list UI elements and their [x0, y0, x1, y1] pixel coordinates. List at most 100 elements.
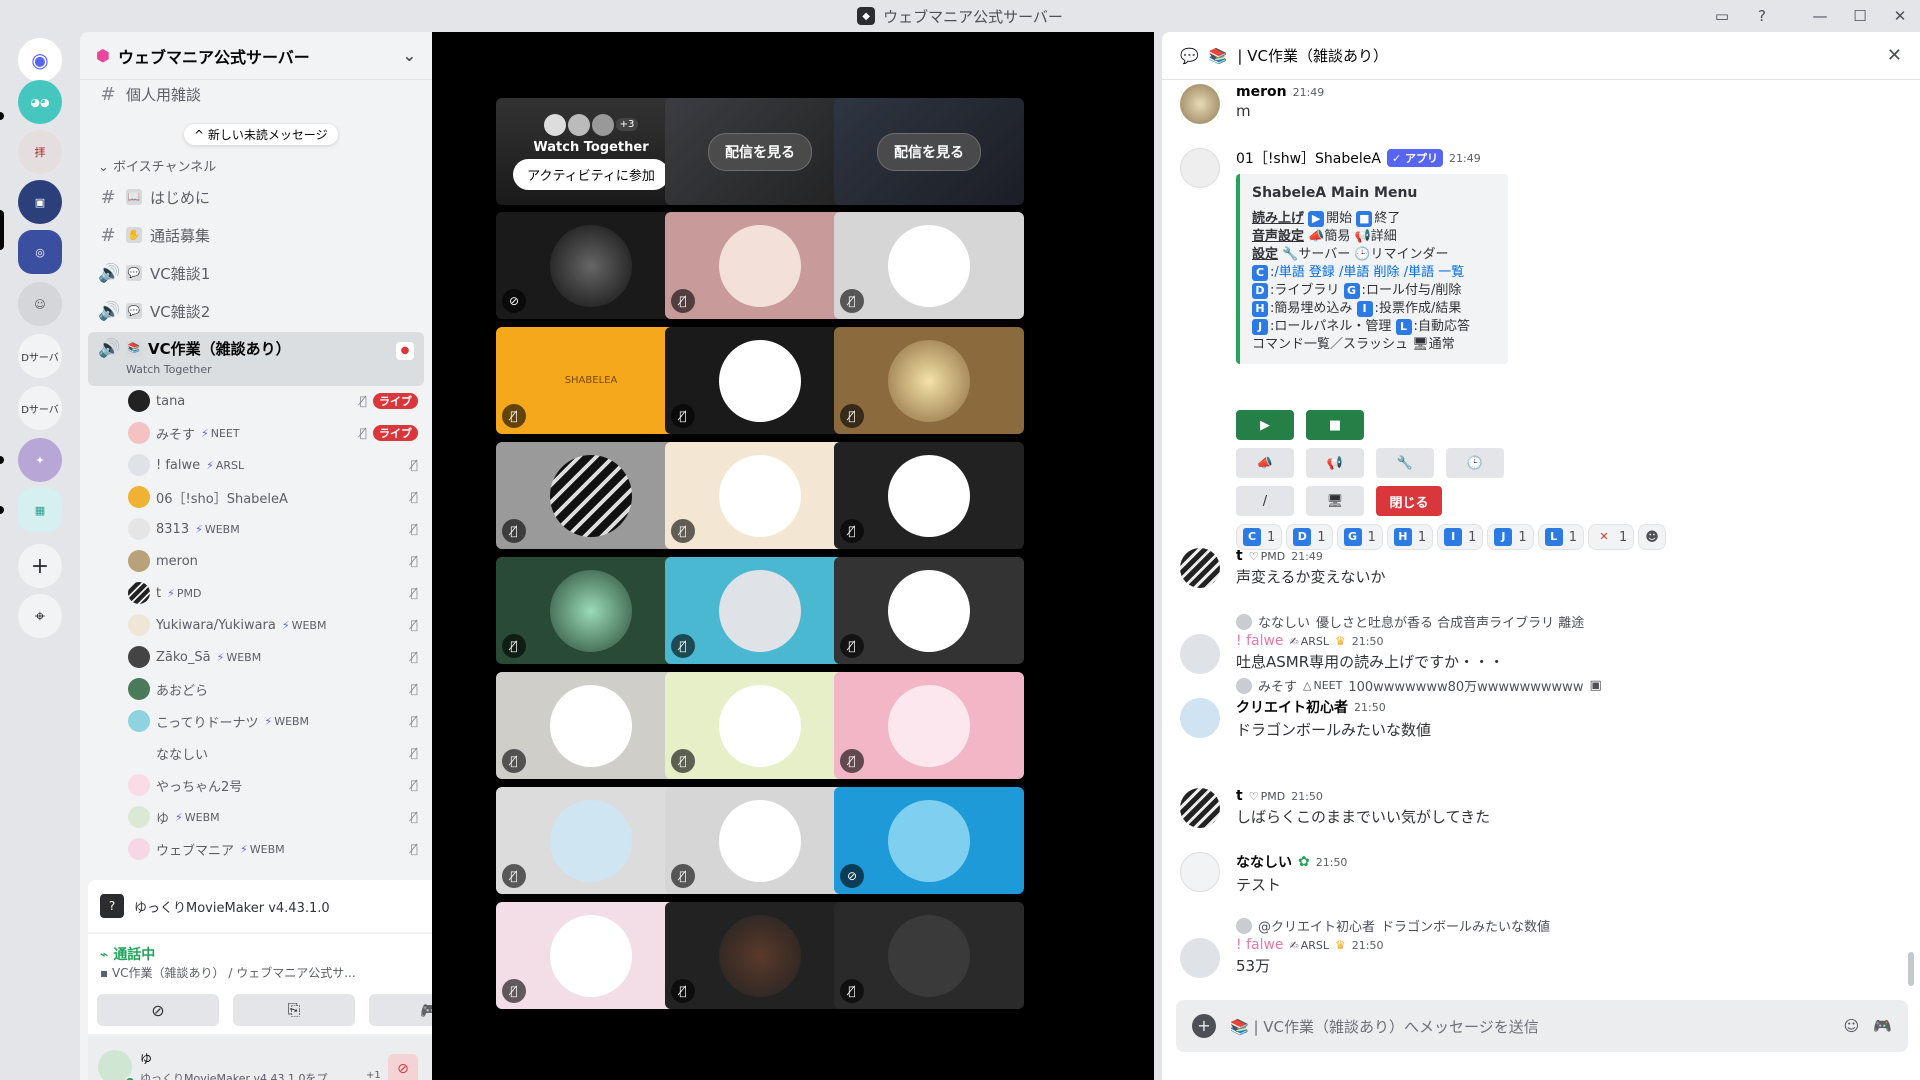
- emoji-icon[interactable]: ☺: [1844, 1017, 1860, 1035]
- voice-user[interactable]: やっちゃん2号 🎙̸: [128, 770, 418, 800]
- participant-tile[interactable]: 🎙̸: [834, 327, 1024, 434]
- reaction-2[interactable]: G1: [1336, 524, 1383, 550]
- voice-category[interactable]: ⌄ ボイスチャンネル: [98, 156, 216, 175]
- participant-tile[interactable]: 🎙̸: [834, 672, 1024, 779]
- stream-tile[interactable]: 配信を見る: [665, 98, 855, 205]
- stream-tile[interactable]: 配信を見る: [834, 98, 1024, 205]
- voice-user[interactable]: Zāko_Sā ⚡ WEBM 🎙̸: [128, 642, 418, 672]
- close-window-icon[interactable]: ✕: [1880, 7, 1920, 25]
- voice-user[interactable]: t ⚡ PMD 🎙̸: [128, 578, 418, 608]
- new-unread-badge[interactable]: ^ 新しい未読メッセージ: [184, 124, 338, 145]
- close-icon[interactable]: ✕: [1887, 45, 1902, 66]
- reaction-5[interactable]: J1: [1487, 524, 1534, 550]
- inbox-icon[interactable]: ▭: [1702, 7, 1742, 25]
- loudspeaker-button[interactable]: 📢: [1306, 448, 1364, 478]
- maximize-icon[interactable]: ☐: [1840, 7, 1880, 25]
- voice-user[interactable]: meron 🎙̸: [128, 546, 418, 576]
- participant-tile[interactable]: 🎙̸: [665, 902, 855, 1009]
- voice-user[interactable]: 8313 ⚡ WEBM 🎙̸: [128, 514, 418, 544]
- channel-vc-sagyo[interactable]: 🔊 📚 VC作業（雑談あり） Watch Together ●: [88, 332, 424, 386]
- voice-status[interactable]: ⌁ 通話中: [100, 944, 155, 964]
- avatar[interactable]: [1180, 634, 1220, 674]
- add-attachment-icon[interactable]: +: [1192, 1014, 1216, 1038]
- channel-partial[interactable]: # 個人用雑談: [88, 82, 424, 106]
- participant-tile[interactable]: ⊘: [496, 212, 686, 319]
- voice-user[interactable]: Yukiwara/Yukiwara ⚡ WEBM 🎙̸: [128, 610, 418, 640]
- avatar[interactable]: [1180, 852, 1220, 892]
- discord-home-icon[interactable]: ◉: [18, 38, 62, 82]
- participant-tile[interactable]: 🎙̸: [496, 787, 686, 894]
- channel-hajimeni[interactable]: # 📖 はじめに: [88, 180, 424, 214]
- participant-tile[interactable]: 🎙̸: [496, 672, 686, 779]
- server-icon-6[interactable]: ✦: [18, 438, 62, 482]
- server-header[interactable]: ⬢ ウェブマニア公式サーバー ⌄: [80, 32, 432, 80]
- voice-user[interactable]: ! falwe ⚡ ARSL 🎙̸: [128, 450, 418, 480]
- server-icon-3[interactable]: ▣: [18, 180, 62, 224]
- voice-user[interactable]: 06［!sho］ShabeleA 🎙̸: [128, 482, 418, 512]
- avatar[interactable]: [1180, 548, 1220, 588]
- avatar[interactable]: [1180, 698, 1220, 738]
- share-screen-button[interactable]: ⎘: [233, 994, 355, 1026]
- watch-stream-button[interactable]: 配信を見る: [708, 132, 812, 171]
- reaction-0[interactable]: C1: [1236, 524, 1283, 550]
- mic-muted-icon[interactable]: ⊘: [388, 1054, 418, 1080]
- channel-vc-2[interactable]: 🔊 💬 VC雑談2: [88, 294, 424, 328]
- slash-button[interactable]: /: [1236, 486, 1294, 516]
- stop-button[interactable]: ■: [1306, 410, 1364, 440]
- server-icon-4[interactable]: ◎: [18, 230, 62, 274]
- reply-preview[interactable]: @クリエイト初心者 ドラゴンボールみたいな数値: [1236, 916, 1900, 935]
- gamepad-icon[interactable]: 🎮: [1873, 1017, 1892, 1035]
- server-label-2[interactable]: Dサーバ: [18, 386, 62, 430]
- avatar[interactable]: [1180, 148, 1220, 188]
- participant-tile[interactable]: 🎙̸: [665, 442, 855, 549]
- camera-off-button[interactable]: ⊘: [97, 994, 219, 1026]
- reaction-1[interactable]: D1: [1286, 524, 1333, 550]
- server-icon-2[interactable]: 拝: [18, 130, 62, 174]
- avatar[interactable]: [1180, 938, 1220, 978]
- reaction-7[interactable]: ✕ 1: [1587, 524, 1635, 550]
- avatar[interactable]: [1180, 84, 1220, 124]
- discover-icon[interactable]: ⌖: [18, 594, 62, 638]
- reply-preview[interactable]: ななしい 優しさと吐息が香る 合成音声ライブラリ 離途: [1236, 612, 1900, 631]
- voice-user[interactable]: みそす ⚡ NEET 🎙̸ ライブ: [128, 418, 418, 448]
- message-input[interactable]: 📚 | VC作業（雑談あり）へメッセージを送信: [1230, 1016, 1830, 1037]
- close-menu-button[interactable]: 閉じる: [1376, 486, 1442, 516]
- reply-preview[interactable]: みそす △ NEET 100wwwwwww80万wwwwwwwwww ▣: [1236, 676, 1900, 695]
- participant-tile[interactable]: 🎙̸: [665, 327, 855, 434]
- server-icon-1[interactable]: ◕◕: [18, 80, 62, 124]
- participant-tile[interactable]: 🎙̸: [834, 557, 1024, 664]
- participant-tile[interactable]: 🎙̸: [665, 672, 855, 779]
- watch-stream-button[interactable]: 配信を見る: [877, 132, 981, 171]
- monitor-button[interactable]: 🖥: [1306, 486, 1364, 516]
- live-badge[interactable]: ライブ: [373, 393, 418, 409]
- participant-tile[interactable]: 🎙̸: [496, 442, 686, 549]
- participant-tile[interactable]: 🎙̸: [496, 902, 686, 1009]
- participant-tile[interactable]: 🎙̸: [665, 557, 855, 664]
- participant-tile[interactable]: ⊘: [834, 787, 1024, 894]
- megaphone-button[interactable]: 📣: [1236, 448, 1294, 478]
- live-badge[interactable]: ライブ: [373, 425, 418, 441]
- participant-tile[interactable]: 🎙̸: [834, 902, 1024, 1009]
- help-icon[interactable]: ?: [1742, 7, 1782, 25]
- server-icon-7[interactable]: ▦: [18, 488, 62, 532]
- voice-user[interactable]: ゆ ⚡ WEBM 🎙̸: [128, 802, 418, 832]
- channel-vc-1[interactable]: 🔊 💬 VC雑談1: [88, 256, 424, 290]
- voice-user[interactable]: こってりドーナツ ⚡ WEBM 🎙̸: [128, 706, 418, 736]
- reaction-4[interactable]: I1: [1437, 524, 1484, 550]
- minimize-icon[interactable]: —: [1800, 7, 1840, 25]
- participant-tile[interactable]: 🎙̸: [834, 442, 1024, 549]
- voice-location[interactable]: ▪ VC作業（雑談あり） / ウェブマニア公式サ...: [100, 964, 420, 981]
- voice-user[interactable]: ななしい 🎙̸: [128, 738, 418, 768]
- add-server-icon[interactable]: +: [18, 544, 62, 588]
- channel-tsuwa-boshu[interactable]: # ✋ 通話募集: [88, 218, 424, 252]
- participant-tile[interactable]: 🎙̸: [496, 557, 686, 664]
- voice-user[interactable]: tana 🎙̸ ライブ: [128, 386, 418, 416]
- voice-user[interactable]: ウェブマニア ⚡ WEBM 🎙̸: [128, 834, 418, 864]
- wrench-button[interactable]: 🔧: [1376, 448, 1434, 478]
- reaction-6[interactable]: L1: [1537, 524, 1584, 550]
- reaction-3[interactable]: H1: [1386, 524, 1434, 550]
- server-icon-5[interactable]: ☺: [18, 282, 62, 326]
- clock-button[interactable]: 🕒: [1446, 448, 1504, 478]
- join-activity-button[interactable]: アクティビティに参加: [513, 158, 669, 190]
- participant-tile[interactable]: 🎙̸: [665, 787, 855, 894]
